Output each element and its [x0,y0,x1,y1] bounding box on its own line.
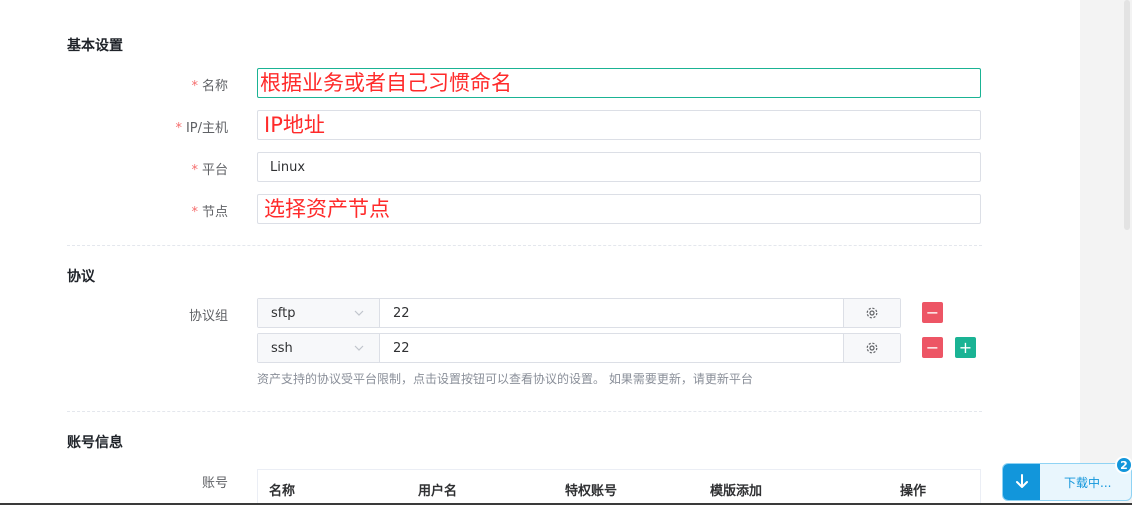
minus-icon: − [925,337,940,357]
protocol-settings-button[interactable] [843,299,900,327]
platform-input[interactable]: Linux [257,152,981,182]
table-header-actions: 操作 [900,484,927,499]
add-protocol-button[interactable]: + [955,337,976,358]
ip-input-value: IP地址 [264,113,325,137]
table-header-username: 用户名 [418,484,458,499]
name-label-text: 名称 [201,79,228,94]
table-header-name: 名称 [269,484,296,499]
chevron-down-icon [354,345,364,351]
ip-label: * IP/主机 [67,117,228,136]
node-label-text: 节点 [201,205,228,220]
chevron-down-icon [354,310,364,316]
name-input[interactable]: 根据业务或者自己习惯命名 [257,68,981,98]
ip-input[interactable]: IP地址 [257,110,981,140]
protocol-row: ssh 22 [257,333,901,363]
asset-form-page: 基本设置 * 名称 根据业务或者自己习惯命名 * IP/主机 IP地址 * 平台 Li… [0,0,1080,505]
download-arrow-icon [1003,464,1040,500]
gear-icon [866,307,878,319]
protocol-port-input[interactable]: 22 [380,334,843,362]
gear-icon [866,342,878,354]
protocol-help-text: 资产支持的协议受平台限制，点击设置按钮可以查看协议的设置。 如果需要更新，请更新… [257,372,753,386]
account-label: 账号 [201,476,228,491]
platform-label-text: 平台 [201,163,228,178]
table-header-template: 模版添加 [710,484,763,499]
protocol-port-value: 22 [393,340,410,356]
scrollbar-thumb[interactable] [1124,0,1130,230]
protocol-row: sftp 22 [257,298,901,328]
protocol-port-input[interactable]: 22 [380,299,843,327]
platform-label: * 平台 [67,159,228,178]
required-mark: * [191,79,198,94]
section-title-protocol: 协议 [67,269,95,285]
section-divider [67,411,982,412]
section-divider [67,245,982,246]
account-table: 名称 用户名 特权账号 模版添加 操作 [257,469,981,505]
download-widget[interactable]: 下载中... 2 [1002,456,1132,501]
plus-icon: + [958,337,973,357]
required-mark: * [191,205,198,220]
protocol-select-value: ssh [271,340,293,356]
ip-label-text: IP/主机 [185,121,228,136]
minus-icon: − [925,302,940,322]
remove-protocol-button[interactable]: − [922,337,943,358]
required-mark: * [175,121,182,136]
download-count-badge: 2 [1115,456,1132,474]
name-label: * 名称 [67,75,228,94]
protocol-settings-button[interactable] [843,334,900,362]
node-label: * 节点 [67,201,228,220]
required-mark: * [191,163,198,178]
node-select-value: 选择资产节点 [264,197,390,221]
protocol-select-value: sftp [271,305,296,321]
remove-protocol-button[interactable]: − [922,302,943,323]
protocol-select[interactable]: ssh [258,334,380,362]
name-input-value: 根据业务或者自己习惯命名 [260,71,512,95]
platform-input-value: Linux [270,159,306,175]
section-title-account: 账号信息 [67,435,123,451]
protocol-select[interactable]: sftp [258,299,380,327]
table-header-privileged: 特权账号 [565,484,618,499]
node-select[interactable]: 选择资产节点 [257,194,981,224]
protocol-group-label: 协议组 [188,309,228,324]
protocol-port-value: 22 [393,305,410,321]
section-title-basic: 基本设置 [67,38,123,54]
